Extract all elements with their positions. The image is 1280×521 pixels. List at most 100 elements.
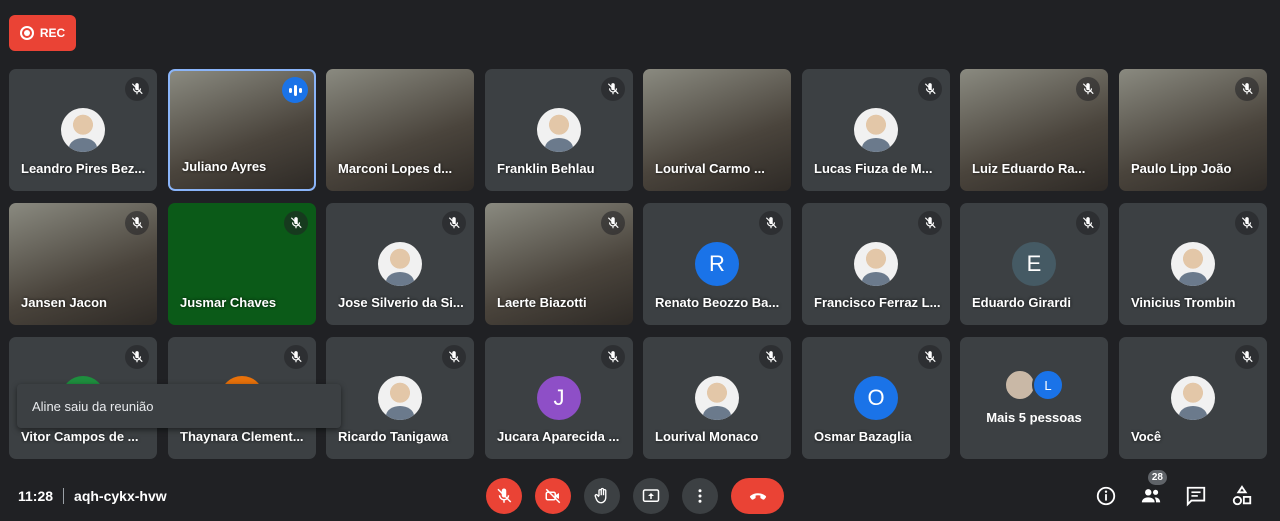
mic-off-icon xyxy=(1235,211,1259,235)
mic-off-icon xyxy=(601,345,625,369)
mic-off-icon xyxy=(1235,77,1259,101)
participant-name: Laerte Biazotti xyxy=(497,295,587,310)
mic-off-icon xyxy=(1235,345,1259,369)
info-icon xyxy=(1096,486,1116,506)
participant-name: Jusmar Chaves xyxy=(180,295,277,310)
meeting-details: 11:28 aqh-cykx-hvw xyxy=(18,488,167,504)
participant-tile[interactable]: Lucas Fiuza de M... xyxy=(802,69,950,191)
participant-tile[interactable]: Paulo Lipp João xyxy=(1119,69,1267,191)
recording-label: REC xyxy=(39,26,66,40)
present-icon xyxy=(642,489,660,502)
toast-message: Aline saiu da reunião xyxy=(32,398,154,414)
participant-tile[interactable]: Leandro Pires Bez... xyxy=(9,69,157,191)
more-options-button[interactable] xyxy=(682,478,718,514)
avatar xyxy=(537,108,581,152)
participant-tile[interactable]: Você xyxy=(1119,337,1267,459)
participant-tile[interactable]: L Mais 5 pessoas xyxy=(960,337,1108,459)
participant-tile[interactable]: Lourival Carmo ... xyxy=(643,69,791,191)
mic-off-icon xyxy=(918,345,942,369)
participant-tile[interactable]: Lourival Monaco xyxy=(643,337,791,459)
participant-tile[interactable]: Marconi Lopes d... xyxy=(326,69,474,191)
participant-name: Thaynara Clement... xyxy=(180,429,304,444)
participant-tile[interactable]: Juliano Ayres xyxy=(168,69,316,191)
mic-off-icon xyxy=(918,211,942,235)
mic-off-icon xyxy=(125,211,149,235)
participant-tile[interactable]: Laerte Biazotti xyxy=(485,203,633,325)
mic-off-icon xyxy=(125,345,149,369)
participant-tile[interactable]: Ricardo Tanigawa xyxy=(326,337,474,459)
participant-name: Vitor Campos de ... xyxy=(21,429,139,444)
mic-off-icon xyxy=(918,77,942,101)
meeting-info-button[interactable] xyxy=(1092,482,1120,510)
participant-name: Lourival Monaco xyxy=(655,429,759,444)
camera-off-icon xyxy=(545,488,561,504)
participants-button[interactable]: 28 xyxy=(1137,470,1167,510)
participant-name: Paulo Lipp João xyxy=(1131,161,1232,176)
mic-off-icon xyxy=(125,77,149,101)
avatar xyxy=(378,376,422,420)
avatar xyxy=(1171,376,1215,420)
participant-tile[interactable]: Jusmar Chaves xyxy=(168,203,316,325)
participant-name: Juliano Ayres xyxy=(182,159,267,174)
participant-name: Renato Beozzo Ba... xyxy=(655,295,780,310)
bottom-bar: 11:28 aqh-cykx-hvw 28 xyxy=(0,470,1280,521)
mic-off-icon xyxy=(442,345,466,369)
participant-name: Lucas Fiuza de M... xyxy=(814,161,933,176)
chat-icon xyxy=(1186,486,1206,507)
participant-name: Jose Silverio da Si... xyxy=(338,295,464,310)
mic-off-icon xyxy=(497,488,512,503)
raise-hand-button[interactable] xyxy=(584,478,620,514)
notification-toast: Aline saiu da reunião xyxy=(17,384,341,428)
participant-name: Vinicius Trombin xyxy=(1131,295,1236,310)
current-time: 11:28 xyxy=(18,488,54,504)
avatar xyxy=(854,108,898,152)
hang-up-icon xyxy=(749,493,766,500)
participant-name: Francisco Ferraz L... xyxy=(814,295,941,310)
camera-toggle-button[interactable] xyxy=(535,478,571,514)
activities-button[interactable] xyxy=(1228,482,1256,510)
avatar: L xyxy=(1032,369,1064,401)
participant-tile[interactable]: O Osmar Bazaglia xyxy=(802,337,950,459)
divider xyxy=(63,488,65,504)
participant-name: Luiz Eduardo Ra... xyxy=(972,161,1086,176)
avatar: E xyxy=(1012,242,1056,286)
participant-tile[interactable]: Luiz Eduardo Ra... xyxy=(960,69,1108,191)
microphone-toggle-button[interactable] xyxy=(486,478,522,514)
mic-off-icon xyxy=(601,77,625,101)
mic-off-icon xyxy=(284,211,308,235)
participant-name: Você xyxy=(1131,429,1162,444)
avatar xyxy=(695,376,739,420)
speaking-indicator-icon xyxy=(282,77,308,103)
more-participants-avatars: L xyxy=(1004,369,1064,401)
mic-off-icon xyxy=(759,345,783,369)
participant-tile[interactable]: Franklin Behlau xyxy=(485,69,633,191)
participant-tile[interactable]: Francisco Ferraz L... xyxy=(802,203,950,325)
mic-off-icon xyxy=(759,211,783,235)
participant-name: Jucara Aparecida ... xyxy=(497,429,620,444)
people-icon xyxy=(1141,489,1161,503)
participant-name: Leandro Pires Bez... xyxy=(21,161,146,176)
avatar xyxy=(854,242,898,286)
participant-tile[interactable]: E Eduardo Girardi xyxy=(960,203,1108,325)
participant-tile[interactable]: Jansen Jacon xyxy=(9,203,157,325)
participant-tile[interactable]: Vinicius Trombin xyxy=(1119,203,1267,325)
participant-tile[interactable]: Jose Silverio da Si... xyxy=(326,203,474,325)
participant-name: Marconi Lopes d... xyxy=(338,161,453,176)
participant-tile[interactable]: R Renato Beozzo Ba... xyxy=(643,203,791,325)
participant-tile[interactable]: J Jucara Aparecida ... xyxy=(485,337,633,459)
leave-call-button[interactable] xyxy=(731,478,784,514)
meeting-code[interactable]: aqh-cykx-hvw xyxy=(74,488,167,504)
mic-off-icon xyxy=(1076,77,1100,101)
avatar xyxy=(378,242,422,286)
mic-off-icon xyxy=(601,211,625,235)
chat-button[interactable] xyxy=(1182,482,1210,510)
avatar xyxy=(1171,242,1215,286)
mic-off-icon xyxy=(1076,211,1100,235)
avatar: J xyxy=(537,376,581,420)
avatar: R xyxy=(695,242,739,286)
mic-off-icon xyxy=(284,345,308,369)
participant-name: Ricardo Tanigawa xyxy=(338,429,449,444)
participant-name: Lourival Carmo ... xyxy=(655,161,765,176)
participant-name: Franklin Behlau xyxy=(497,161,595,176)
present-screen-button[interactable] xyxy=(633,478,669,514)
